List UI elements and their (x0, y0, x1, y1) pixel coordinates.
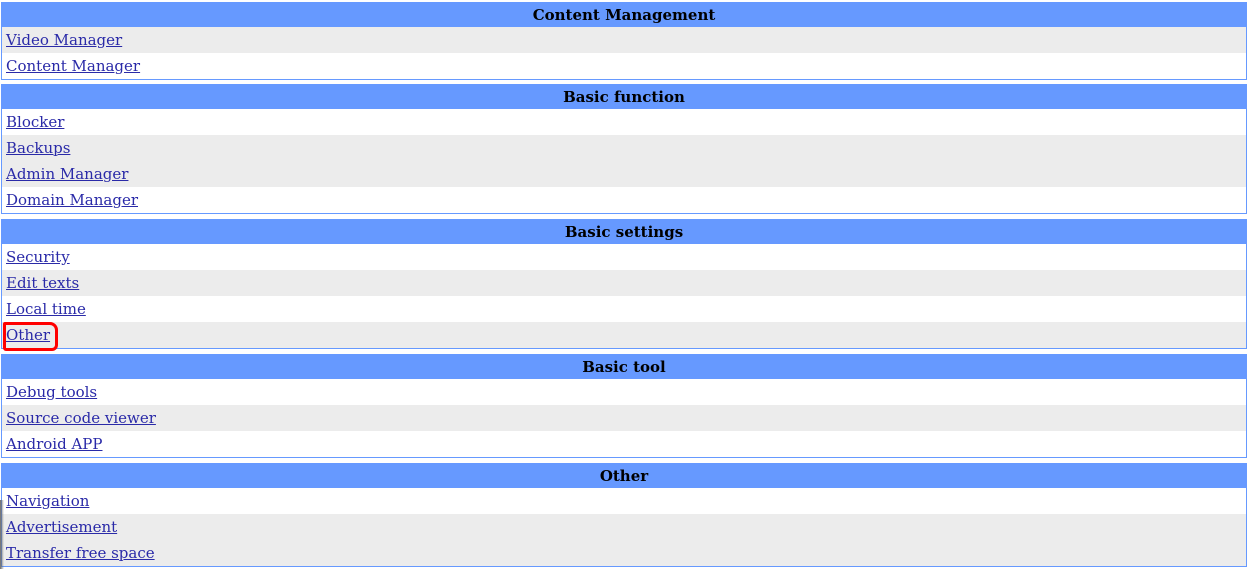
link-video-manager[interactable]: Video Manager (6, 31, 122, 49)
section-basic-function: Basic function Blocker Backups Admin Man… (1, 84, 1247, 214)
section-other: Other Navigation Advertisement Transfer … (1, 463, 1247, 567)
link-other-settings[interactable]: Other (6, 326, 50, 344)
list-item: Edit texts (2, 270, 1246, 296)
list-item: Transfer free space (2, 540, 1246, 566)
list-item: Android APP (2, 431, 1246, 457)
section-header: Basic tool (2, 355, 1246, 379)
link-source-code-viewer[interactable]: Source code viewer (6, 409, 156, 427)
section-basic-tool: Basic tool Debug tools Source code viewe… (1, 354, 1247, 458)
link-security[interactable]: Security (6, 248, 70, 266)
list-item: Content Manager (2, 53, 1246, 79)
list-item: Security (2, 244, 1246, 270)
link-admin-manager[interactable]: Admin Manager (6, 165, 128, 183)
link-blocker[interactable]: Blocker (6, 113, 64, 131)
list-item: Backups (2, 135, 1246, 161)
list-item: Domain Manager (2, 187, 1246, 213)
list-item: Source code viewer (2, 405, 1246, 431)
list-item: Video Manager (2, 27, 1246, 53)
link-domain-manager[interactable]: Domain Manager (6, 191, 138, 209)
list-item: Advertisement (2, 514, 1246, 540)
link-navigation[interactable]: Navigation (6, 492, 89, 510)
link-backups[interactable]: Backups (6, 139, 70, 157)
section-header: Basic settings (2, 220, 1246, 244)
section-basic-settings: Basic settings Security Edit texts Local… (1, 219, 1247, 349)
list-item: Other (2, 322, 1246, 348)
link-local-time[interactable]: Local time (6, 300, 86, 318)
link-edit-texts[interactable]: Edit texts (6, 274, 79, 292)
list-item: Debug tools (2, 379, 1246, 405)
link-advertisement[interactable]: Advertisement (6, 518, 117, 536)
section-header: Content Management (2, 3, 1246, 27)
list-item: Blocker (2, 109, 1246, 135)
link-transfer-free-space[interactable]: Transfer free space (6, 544, 155, 562)
list-item: Local time (2, 296, 1246, 322)
link-debug-tools[interactable]: Debug tools (6, 383, 97, 401)
link-content-manager[interactable]: Content Manager (6, 57, 140, 75)
section-header: Basic function (2, 85, 1246, 109)
section-content-management: Content Management Video Manager Content… (1, 2, 1247, 80)
section-header: Other (2, 464, 1246, 488)
list-item: Admin Manager (2, 161, 1246, 187)
link-android-app[interactable]: Android APP (6, 435, 102, 453)
list-item: Navigation (2, 488, 1246, 514)
